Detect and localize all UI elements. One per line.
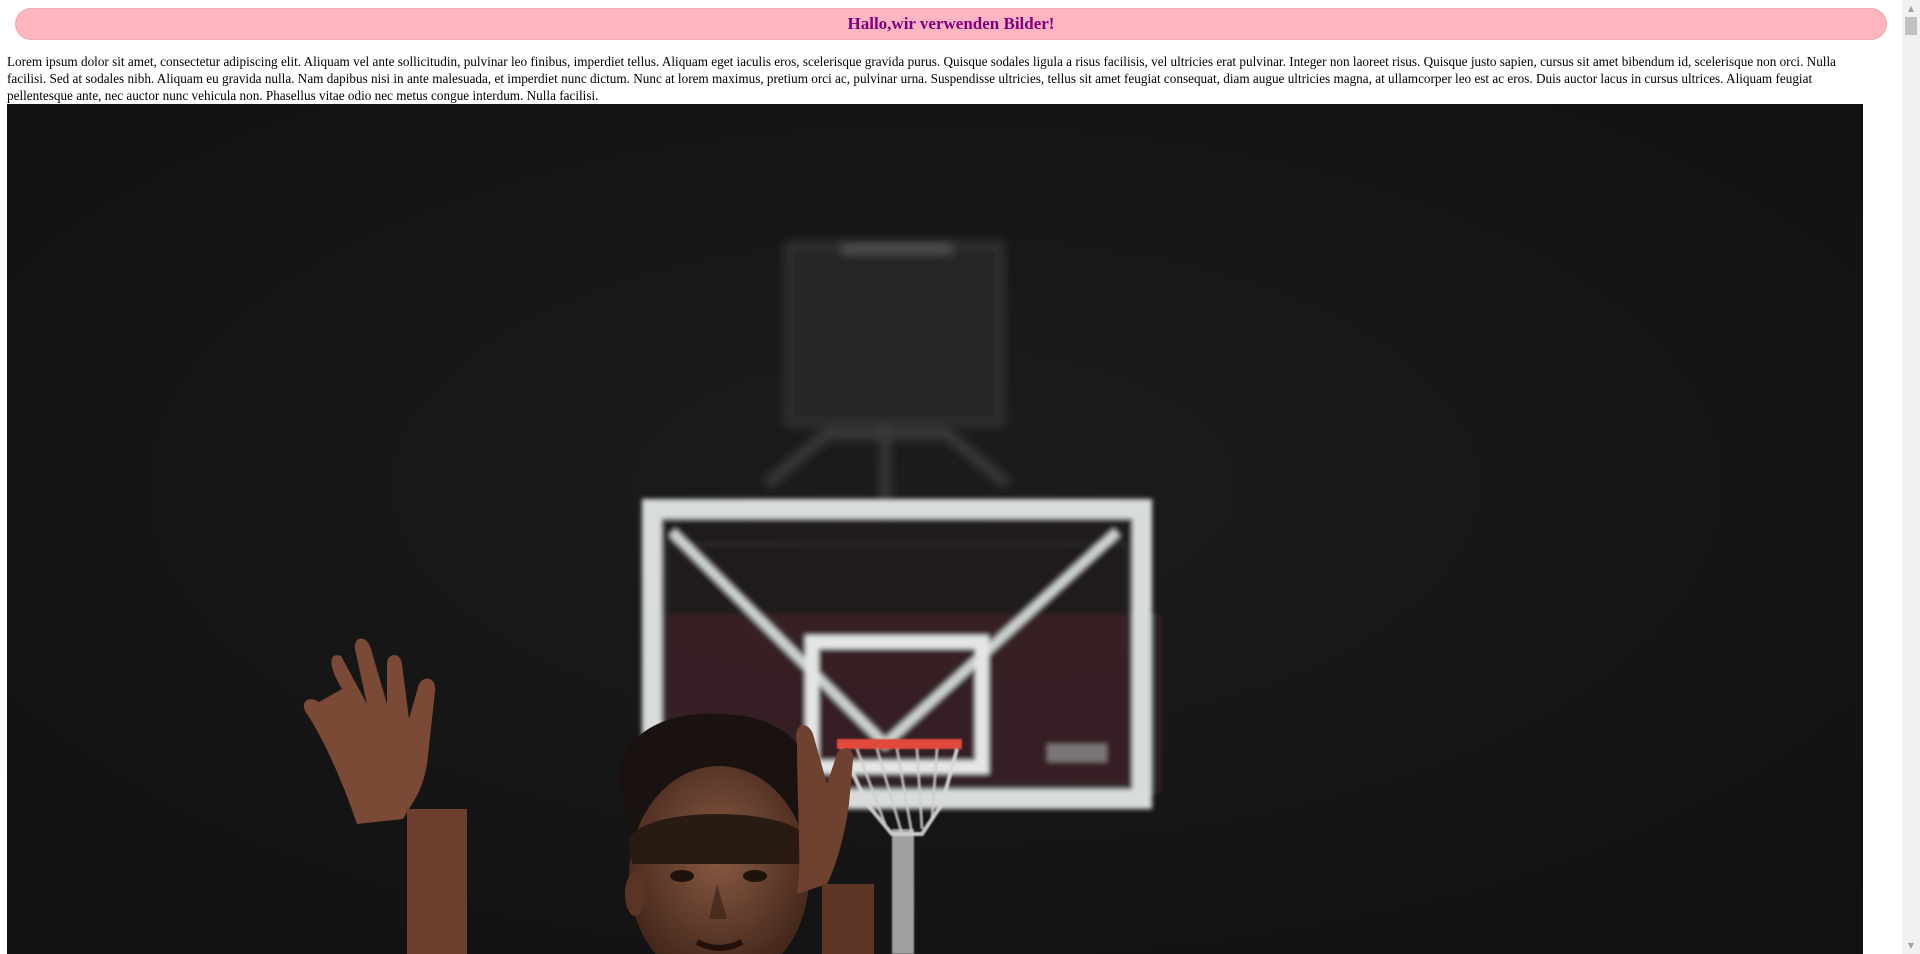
scroll-up-arrow-icon[interactable]: ▲	[1902, 0, 1920, 17]
vertical-scrollbar[interactable]: ▲ ▼	[1902, 0, 1920, 954]
page-title: Hallo,wir verwenden Bilder!	[847, 14, 1055, 33]
scrollbar-thumb[interactable]	[1905, 17, 1917, 35]
header-banner: Hallo,wir verwenden Bilder!	[16, 9, 1886, 39]
basketball-photo	[7, 104, 1863, 954]
scroll-down-arrow-icon[interactable]: ▼	[1902, 937, 1920, 954]
player-head	[619, 713, 815, 954]
basketball-photo-drawing	[7, 104, 1863, 954]
intro-paragraph: Lorem ipsum dolor sit amet, consectetur …	[7, 54, 1836, 103]
page: Hallo,wir verwenden Bilder! Lorem ipsum …	[0, 0, 1902, 954]
